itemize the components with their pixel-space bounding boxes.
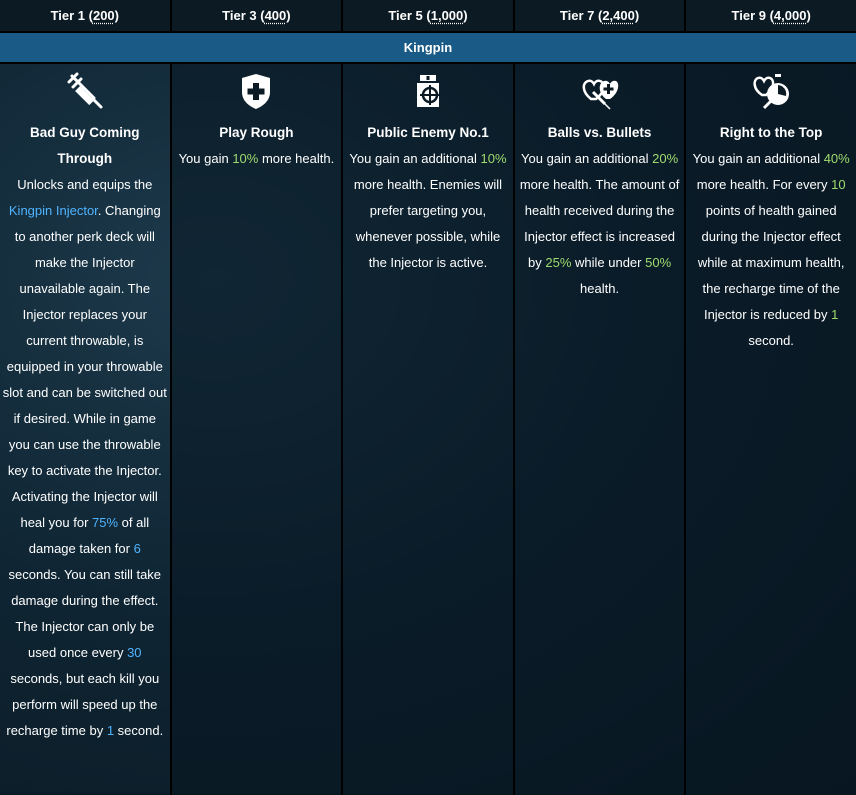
heart-stopwatch-icon (688, 70, 854, 112)
perk-description: You gain 10% more health. (178, 151, 335, 166)
tier-header-5: Tier 5 (1,000) (343, 0, 515, 31)
tier-header-1: Tier 1 (200) (0, 0, 172, 31)
perk-title: Right to the Top (719, 125, 823, 140)
shield-cross-icon (174, 70, 340, 112)
perk-title: Public Enemy No.1 (367, 125, 489, 140)
perk-card-tier-3: Play Rough You gain 10% more health. (171, 64, 344, 795)
tier-cost[interactable]: 1,000 (431, 8, 464, 23)
tier-cost[interactable]: 2,400 (602, 8, 635, 23)
perk-description: You gain an additional 40% more health. … (692, 151, 850, 348)
perk-card-tier-5: Public Enemy No.1 You gain an additional… (343, 64, 515, 795)
perk-description: You gain an additional 20% more health. … (519, 151, 680, 296)
tier-cost[interactable]: 4,000 (774, 8, 807, 23)
tier-header-7: Tier 7 (2,400) (514, 0, 687, 31)
tier-header-row: Tier 1 (200) Tier 3 (400) Tier 5 (1,000)… (0, 0, 856, 33)
deck-name-bar: Kingpin (0, 33, 856, 64)
kingpin-injector-link[interactable]: Kingpin Injector (9, 203, 98, 218)
perk-deck-table: Tier 1 (200) Tier 3 (400) Tier 5 (1,000)… (0, 0, 856, 795)
tier-header-9: Tier 9 (4,000) (686, 0, 856, 31)
hearts-syringe-icon (517, 70, 683, 112)
medic-target-icon (345, 70, 511, 112)
tier-cost[interactable]: 200 (93, 8, 115, 23)
perk-card-tier-1: Bad Guy Coming Through Unlocks and equip… (0, 64, 172, 795)
tier-header-3: Tier 3 (400) (171, 0, 344, 31)
perk-title: Balls vs. Bullets (547, 125, 652, 140)
perk-description: Unlocks and equips the Kingpin Injector.… (2, 177, 167, 738)
perk-title: Play Rough (219, 125, 294, 140)
tier-cost[interactable]: 400 (265, 8, 287, 23)
perk-title: Bad Guy Coming Through (30, 125, 140, 166)
syringe-icon (2, 70, 168, 112)
perk-card-tier-7: Balls vs. Bullets You gain an additional… (514, 64, 687, 795)
perk-description: You gain an additional 10% more health. … (349, 151, 507, 270)
perk-card-tier-9: Right to the Top You gain an additional … (686, 64, 856, 795)
perk-columns: Bad Guy Coming Through Unlocks and equip… (0, 64, 856, 795)
deck-name: Kingpin (403, 40, 453, 55)
